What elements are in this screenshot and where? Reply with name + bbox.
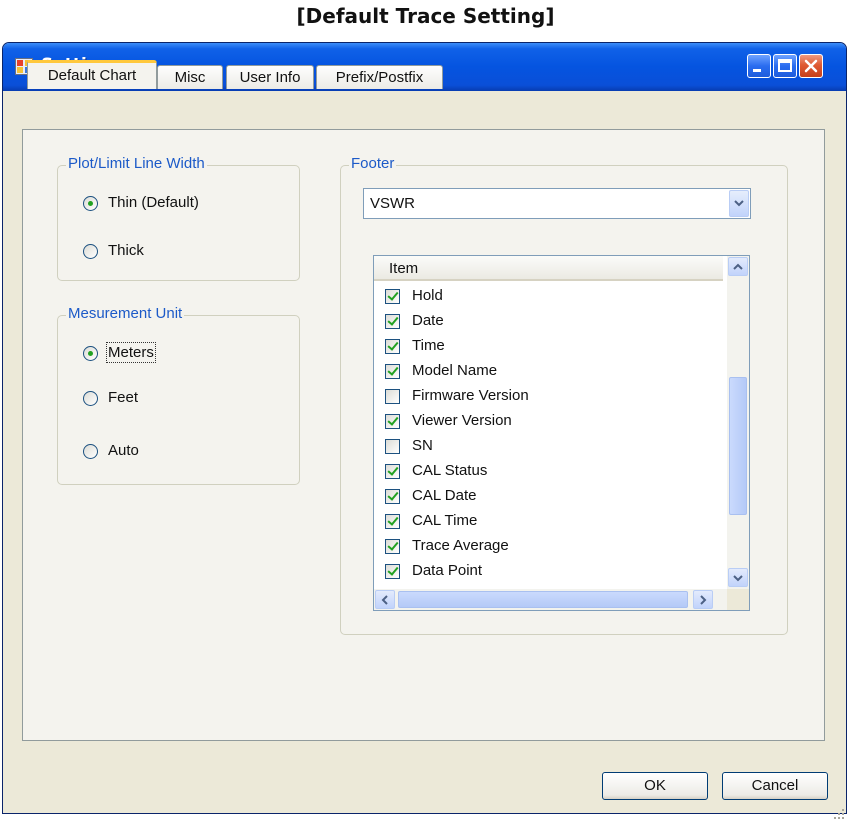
list-item-viewer-version[interactable]: Viewer Version [385,410,725,434]
close-button[interactable] [799,54,823,78]
tab-prefix-postfix[interactable]: Prefix/Postfix [316,65,443,89]
list-item-label: SN [412,437,433,454]
cal-time-checkbox[interactable] [385,514,400,529]
scroll-left-button[interactable] [375,590,395,609]
plot-line-width-group: Plot/Limit Line Width [57,155,300,281]
auto-radio[interactable] [83,444,98,459]
list-item-label: CAL Date [412,487,477,504]
list-item-time[interactable]: Time [385,335,725,359]
thin-label[interactable]: Thin (Default) [108,194,199,211]
list-item-label: Model Name [412,362,498,379]
maximize-button[interactable] [773,54,797,78]
scroll-down-button[interactable] [728,568,748,587]
chevron-down-icon [733,575,743,582]
ok-button[interactable]: OK [602,772,708,800]
resize-grip-icon[interactable] [833,808,845,820]
horizontal-scrollbar[interactable] [374,589,727,610]
list-item-label: Hold [412,287,443,304]
footer-select-value: VSWR [370,195,415,212]
list-item-label: CAL Time [412,512,478,529]
data-point-checkbox[interactable] [385,564,400,579]
list-item-data-point[interactable]: Data Point [385,560,725,584]
list-item-label: CAL Status [412,462,488,479]
footer-item-list[interactable]: Item Hold Date Time Model Name Firmware … [373,255,750,611]
meters-radio[interactable] [83,346,98,361]
list-item-label: Trace Average [412,537,509,554]
plot-line-width-label: Plot/Limit Line Width [66,155,207,172]
scroll-up-button[interactable] [728,257,748,276]
list-item-label: Data Point [412,562,483,579]
thick-radio[interactable] [83,244,98,259]
cal-status-checkbox[interactable] [385,464,400,479]
chevron-right-icon [700,595,707,605]
feet-label[interactable]: Feet [108,389,138,406]
minimize-icon [753,69,761,72]
horizontal-scroll-thumb[interactable] [398,591,688,608]
chevron-down-icon [734,200,744,207]
vertical-scrollbar[interactable] [727,256,749,589]
meters-label[interactable]: Meters [106,342,156,363]
list-item-cal-date[interactable]: CAL Date [385,485,725,509]
hold-checkbox[interactable] [385,289,400,304]
footer-label: Footer [349,155,397,172]
tab-misc[interactable]: Misc [157,65,223,89]
list-item-model-name[interactable]: Model Name [385,360,725,384]
list-item-firmware-version[interactable]: Firmware Version [385,385,725,409]
scroll-right-button[interactable] [693,590,713,609]
chevron-up-icon [733,263,743,270]
firmware-version-checkbox[interactable] [385,389,400,404]
maximize-icon [778,59,792,72]
feet-radio[interactable] [83,391,98,406]
minimize-button[interactable] [747,54,771,78]
tab-user-info[interactable]: User Info [226,65,314,89]
footer-select-button[interactable] [729,190,749,217]
list-item-trace-average[interactable]: Trace Average [385,535,725,559]
cancel-button[interactable]: Cancel [722,772,828,800]
list-item-date[interactable]: Date [385,310,725,334]
list-header-item[interactable]: Item [374,256,723,281]
list-item-label: Viewer Version [412,412,512,429]
sn-checkbox[interactable] [385,439,400,454]
scrollbar-corner [727,589,749,610]
date-checkbox[interactable] [385,314,400,329]
page-caption: [Default Trace Setting] [296,4,555,28]
list-item-cal-time[interactable]: CAL Time [385,510,725,534]
list-item-cal-status[interactable]: CAL Status [385,460,725,484]
list-header-label: Item [389,260,419,277]
list-item-hold[interactable]: Hold [385,285,725,309]
list-item-sn[interactable]: SN [385,435,725,459]
thick-label[interactable]: Thick [108,242,144,259]
vertical-scroll-thumb[interactable] [729,377,747,515]
auto-label[interactable]: Auto [108,442,139,459]
tab-default-chart[interactable]: Default Chart [27,60,157,89]
time-checkbox[interactable] [385,339,400,354]
trace-average-checkbox[interactable] [385,539,400,554]
chevron-left-icon [381,595,388,605]
footer-select[interactable]: VSWR [363,188,751,219]
viewer-version-checkbox[interactable] [385,414,400,429]
measurement-unit-label: Mesurement Unit [66,305,185,322]
thin-radio[interactable] [83,196,98,211]
model-name-checkbox[interactable] [385,364,400,379]
close-icon [804,59,818,73]
list-item-label: Firmware Version [412,387,529,404]
list-item-label: Time [412,337,445,354]
cal-date-checkbox[interactable] [385,489,400,504]
list-item-label: Date [412,312,444,329]
